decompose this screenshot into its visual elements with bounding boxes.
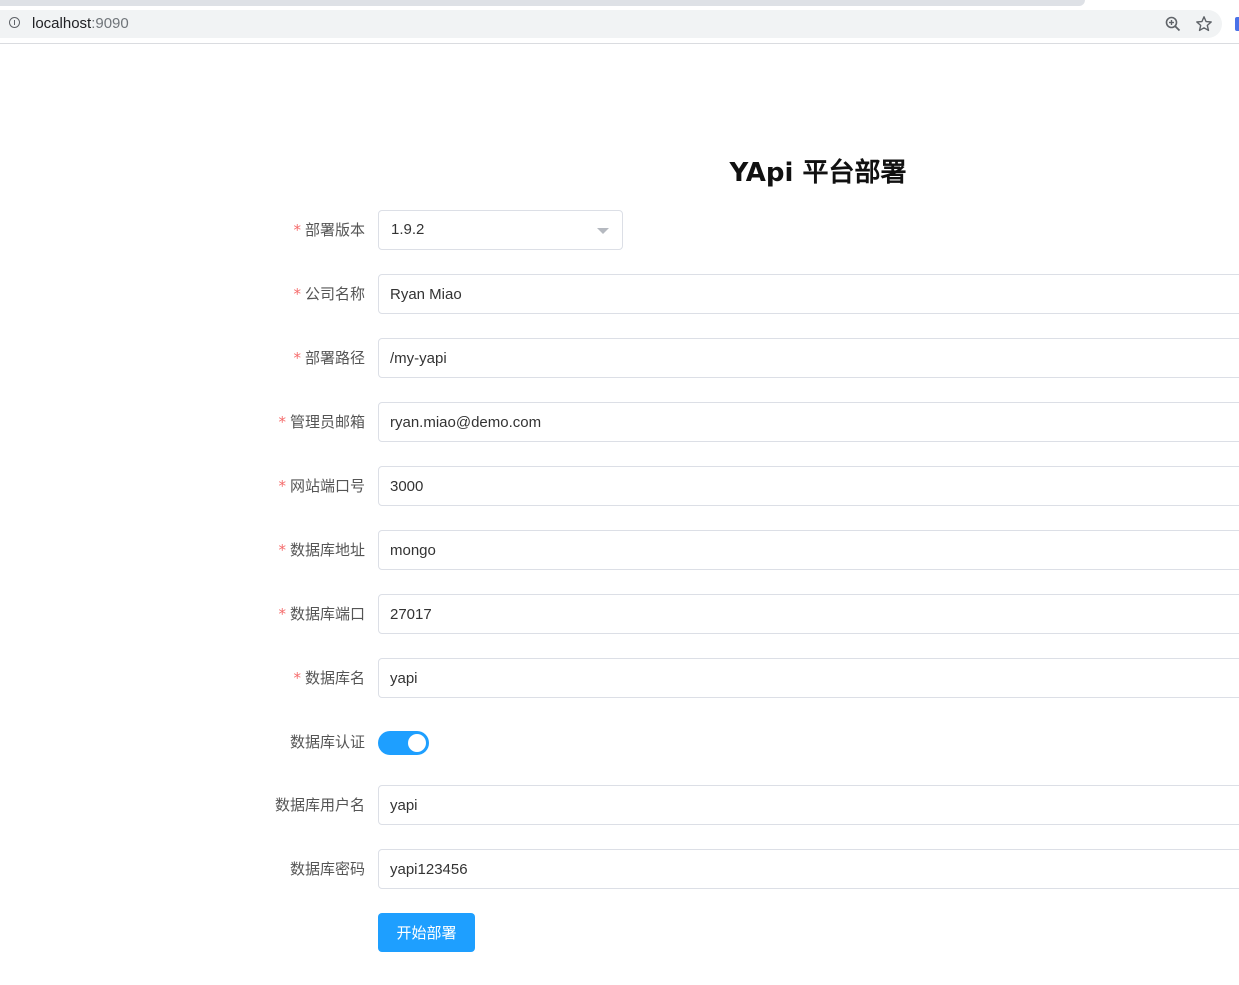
required-mark: *: [293, 349, 301, 367]
form-row-site-port: * 网站端口号: [0, 466, 1239, 506]
required-mark: *: [278, 605, 286, 623]
company-label-text: 公司名称: [304, 285, 365, 303]
url-port: :9090: [91, 15, 129, 32]
required-mark: *: [293, 285, 301, 303]
path-input[interactable]: [378, 338, 1239, 378]
url-text[interactable]: localhost:9090: [32, 15, 129, 32]
form-row-db-user: 数据库用户名: [0, 785, 1239, 825]
bookmark-star-icon[interactable]: [1195, 15, 1213, 33]
version-label-text: 部署版本: [304, 221, 365, 239]
db-password-input[interactable]: [378, 849, 1239, 889]
form-row-admin-email: * 管理员邮箱: [0, 402, 1239, 442]
path-label-text: 部署路径: [304, 349, 365, 367]
db-password-label: 数据库密码: [289, 860, 365, 878]
db-address-input[interactable]: [378, 530, 1239, 570]
site-port-input[interactable]: [378, 466, 1239, 506]
required-mark: *: [278, 541, 286, 559]
path-label: * 部署路径: [293, 338, 365, 378]
admin-email-label-text: 管理员邮箱: [289, 413, 365, 431]
toggle-knob: [408, 734, 426, 752]
form-row-path: * 部署路径: [0, 338, 1239, 378]
site-port-label-text: 网站端口号: [289, 477, 365, 495]
db-name-label-text: 数据库名: [304, 669, 365, 687]
form-row-company: * 公司名称: [0, 274, 1239, 314]
company-input[interactable]: [378, 274, 1239, 314]
site-port-label: * 网站端口号: [278, 466, 365, 506]
url-host: localhost: [32, 15, 92, 32]
db-auth-toggle[interactable]: [378, 731, 429, 755]
form-row-db-password: 数据库密码: [0, 849, 1239, 889]
form-row-db-address: * 数据库地址: [0, 530, 1239, 570]
db-name-label: * 数据库名: [293, 658, 365, 698]
db-auth-label: 数据库认证: [289, 733, 365, 751]
company-label: * 公司名称: [293, 274, 365, 314]
browser-toolbar: localhost:9090: [0, 0, 1239, 44]
extension-icon[interactable]: [1235, 17, 1239, 31]
db-port-label-text: 数据库端口: [289, 605, 365, 623]
admin-email-input[interactable]: [378, 402, 1239, 442]
admin-email-label: * 管理员邮箱: [278, 402, 365, 442]
version-select-value: 1.9.2: [391, 221, 425, 238]
required-mark: *: [278, 413, 286, 431]
required-mark: *: [293, 669, 301, 687]
db-port-label: * 数据库端口: [278, 594, 365, 634]
required-mark: *: [278, 477, 286, 495]
db-user-input[interactable]: [378, 785, 1239, 825]
caret-down-icon: [597, 228, 609, 234]
form-row-version: * 部署版本 1.9.2: [0, 210, 1239, 250]
site-info-icon[interactable]: [9, 17, 20, 28]
form-row-db-auth: 数据库认证: [0, 722, 1239, 762]
db-address-label-text: 数据库地址: [289, 541, 365, 559]
db-name-input[interactable]: [378, 658, 1239, 698]
page-title: YApi 平台部署: [729, 158, 907, 188]
db-user-label: 数据库用户名: [274, 796, 365, 814]
required-mark: *: [293, 221, 301, 239]
form-row-db-name: * 数据库名: [0, 658, 1239, 698]
version-label: * 部署版本: [293, 210, 365, 250]
start-deploy-button[interactable]: 开始部署: [378, 913, 475, 952]
form-row-db-port: * 数据库端口: [0, 594, 1239, 634]
tab-strip: [0, 0, 1085, 6]
address-bar[interactable]: localhost:9090: [0, 10, 1222, 38]
zoom-icon[interactable]: [1164, 15, 1182, 33]
db-address-label: * 数据库地址: [278, 530, 365, 570]
db-port-input[interactable]: [378, 594, 1239, 634]
version-select[interactable]: 1.9.2: [378, 210, 623, 250]
